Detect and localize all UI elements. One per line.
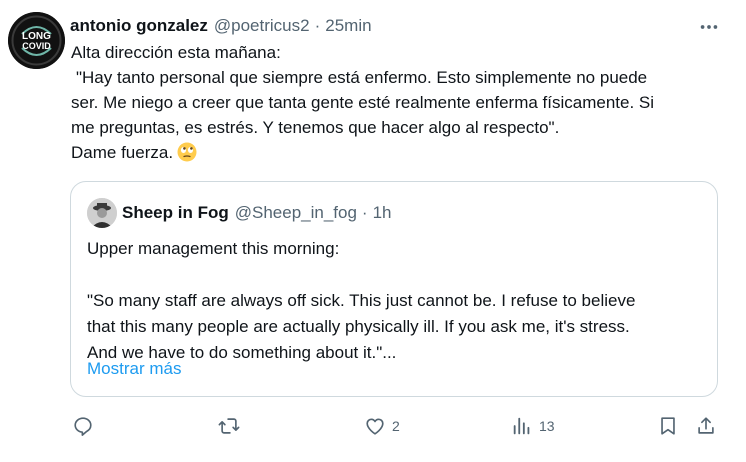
quoted-author-avatar[interactable] (87, 198, 117, 228)
quoted-timestamp[interactable]: 1h (373, 203, 392, 223)
action-bar: 2 13 (70, 412, 730, 440)
tweet-line: ser. Me niego a creer que tanta gente es… (71, 93, 655, 112)
share-button[interactable] (695, 412, 717, 440)
quoted-line: Upper management this morning: (87, 239, 340, 258)
repost-icon (218, 418, 240, 434)
tweet-line-last: Dame fuerza. (71, 140, 731, 165)
more-icon (700, 25, 718, 29)
share-icon (698, 417, 714, 434)
tweet[interactable]: LONG COVID antonio gonzalez @poetricus2 … (0, 0, 746, 462)
author-handle[interactable]: @poetricus2 (214, 16, 310, 36)
quoted-text: Upper management this morning: "So many … (87, 236, 707, 366)
tweet-line-text: Dame fuerza. (71, 143, 174, 162)
quoted-header: Sheep in Fog @Sheep_in_fog · 1h (122, 200, 392, 226)
tweet-line: "Hay tanto personal que siempre está enf… (76, 68, 648, 87)
views-count: 13 (539, 418, 555, 434)
more-options-button[interactable] (696, 14, 722, 40)
tweet-line: Alta dirección esta mañana: (71, 43, 281, 62)
like-button[interactable]: 2 (364, 412, 400, 440)
author-avatar[interactable]: LONG COVID (8, 12, 65, 69)
bookmark-button[interactable] (657, 412, 679, 440)
reply-icon (74, 417, 92, 436)
avatar-text-covid: COVID (22, 41, 51, 51)
tweet-line: me preguntas, es estrés. Y tenemos que h… (71, 118, 560, 137)
quoted-line: that this many people are actually physi… (87, 317, 630, 336)
quoted-line: "So many staff are always off sick. This… (87, 291, 636, 310)
quoted-tweet[interactable]: Sheep in Fog @Sheep_in_fog · 1h Upper ma… (70, 181, 718, 397)
views-icon (513, 417, 530, 435)
header-separator: · (314, 16, 321, 35)
bookmark-icon (661, 417, 675, 435)
like-count: 2 (392, 418, 400, 434)
author-name[interactable]: antonio gonzalez (70, 16, 208, 36)
tweet-header: antonio gonzalez @poetricus2 · 25min (70, 14, 372, 38)
show-more-link[interactable]: Mostrar más (87, 359, 181, 379)
views-button[interactable]: 13 (511, 412, 555, 440)
quoted-author-name[interactable]: Sheep in Fog (122, 203, 229, 223)
tweet-timestamp[interactable]: 25min (325, 16, 371, 36)
reply-button[interactable] (72, 412, 94, 440)
rolling-eyes-emoji-icon (177, 142, 197, 162)
quoted-header-separator: · (361, 203, 368, 222)
tweet-text: Alta dirección esta mañana: "Hay tanto p… (71, 40, 731, 165)
quoted-author-handle[interactable]: @Sheep_in_fog (235, 203, 357, 223)
quoted-blank-line (87, 262, 707, 288)
heart-icon (366, 418, 384, 435)
repost-button[interactable] (218, 412, 240, 440)
